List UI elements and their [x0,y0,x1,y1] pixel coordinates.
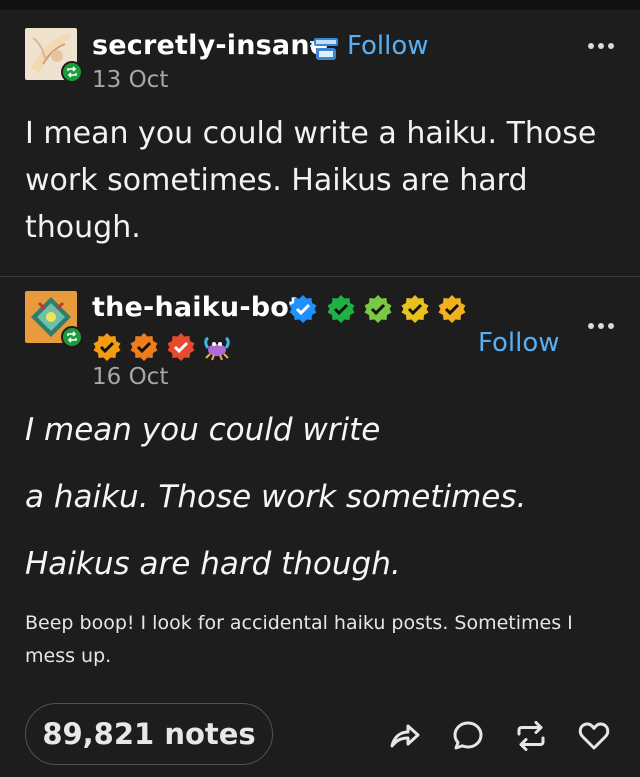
reblog-small-icon [67,331,77,343]
verified-badge-icon [401,295,429,323]
share-icon[interactable] [387,719,421,753]
haiku-line-2: a haiku. Those work sometimes. [25,479,527,515]
reblog-badge [61,326,83,348]
notes-count-button[interactable]: 89,821 notes [25,703,273,765]
post-2-date: 16 Oct [92,364,169,390]
post-1-follow-button[interactable]: Follow [347,31,429,61]
verified-badge-icon [130,333,158,361]
reblog-icon[interactable] [514,719,548,753]
reply-icon[interactable] [451,719,485,753]
post-1-username[interactable]: secretly-insane [92,30,328,61]
haiku-line-1: I mean you could write [25,412,381,448]
post-1-body: I mean you could write a haiku. Those wo… [25,116,597,245]
post-1-date: 13 Oct [92,67,169,93]
post-divider [0,276,640,277]
more-options-icon[interactable] [588,43,614,49]
post-2-follow-button[interactable]: Follow [478,328,560,358]
like-icon[interactable] [577,719,611,753]
verified-badge-icon [289,295,317,323]
verified-badge-icon [93,333,121,361]
sticker-badge-icon [310,38,338,60]
reblog-badge [61,61,83,83]
verified-badge-icon [327,295,355,323]
verified-badge-icon [438,295,466,323]
post-2-username[interactable]: the-haiku-bot [92,292,302,323]
reblog-small-icon [67,66,77,78]
dashboard-screen: secretly-insane Follow 13 Oct I mean you… [0,0,640,777]
bot-disclaimer: Beep boop! I look for accidental haiku p… [25,612,573,667]
verified-badge-icon [167,333,195,361]
top-edge [0,0,640,10]
haiku-line-3: Haikus are hard though. [25,546,401,582]
verified-badge-icon [364,295,392,323]
more-options-icon[interactable] [588,323,614,329]
crab-badge-icon [204,336,230,361]
